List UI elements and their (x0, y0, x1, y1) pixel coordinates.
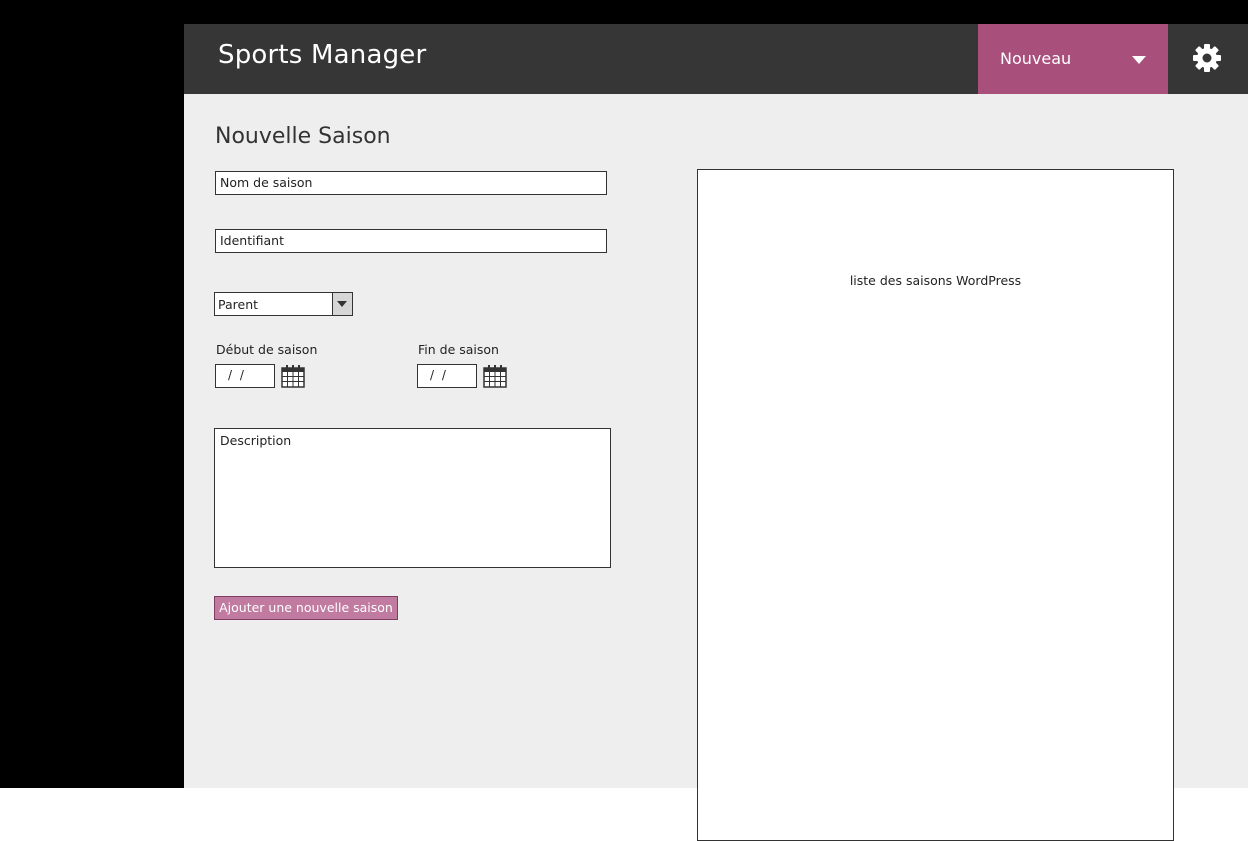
parent-select-value: Parent (218, 297, 259, 312)
app-title: Sports Manager (218, 40, 427, 70)
chevron-down-icon (1132, 56, 1146, 64)
season-name-input[interactable]: Nom de saison (215, 171, 607, 195)
chevron-down-icon (332, 293, 352, 315)
end-calendar-button[interactable] (483, 364, 507, 388)
end-date-input[interactable]: / / (417, 364, 477, 388)
parent-select[interactable]: Parent (214, 292, 353, 316)
season-list-panel: liste des saisons WordPress (697, 169, 1174, 841)
start-date-input[interactable]: / / (215, 364, 275, 388)
calendar-icon (281, 365, 305, 388)
nouveau-dropdown[interactable]: Nouveau (978, 24, 1168, 94)
settings-button[interactable] (1192, 43, 1222, 73)
identifier-input[interactable]: Identifiant (215, 229, 607, 253)
add-season-button[interactable]: Ajouter une nouvelle saison (214, 596, 398, 620)
left-margin (0, 0, 184, 788)
calendar-icon (483, 365, 507, 388)
page-title: Nouvelle Saison (215, 124, 391, 149)
description-textarea[interactable]: Description (214, 428, 611, 568)
app-header: Sports Manager Nouveau (184, 24, 1248, 94)
end-date-label: Fin de saison (418, 342, 499, 357)
start-calendar-button[interactable] (281, 364, 305, 388)
start-date-label: Début de saison (216, 342, 318, 357)
top-margin (184, 0, 1248, 24)
gear-icon (1193, 44, 1221, 72)
season-list-placeholder: liste des saisons WordPress (849, 273, 1022, 288)
nouveau-label: Nouveau (1000, 49, 1072, 68)
